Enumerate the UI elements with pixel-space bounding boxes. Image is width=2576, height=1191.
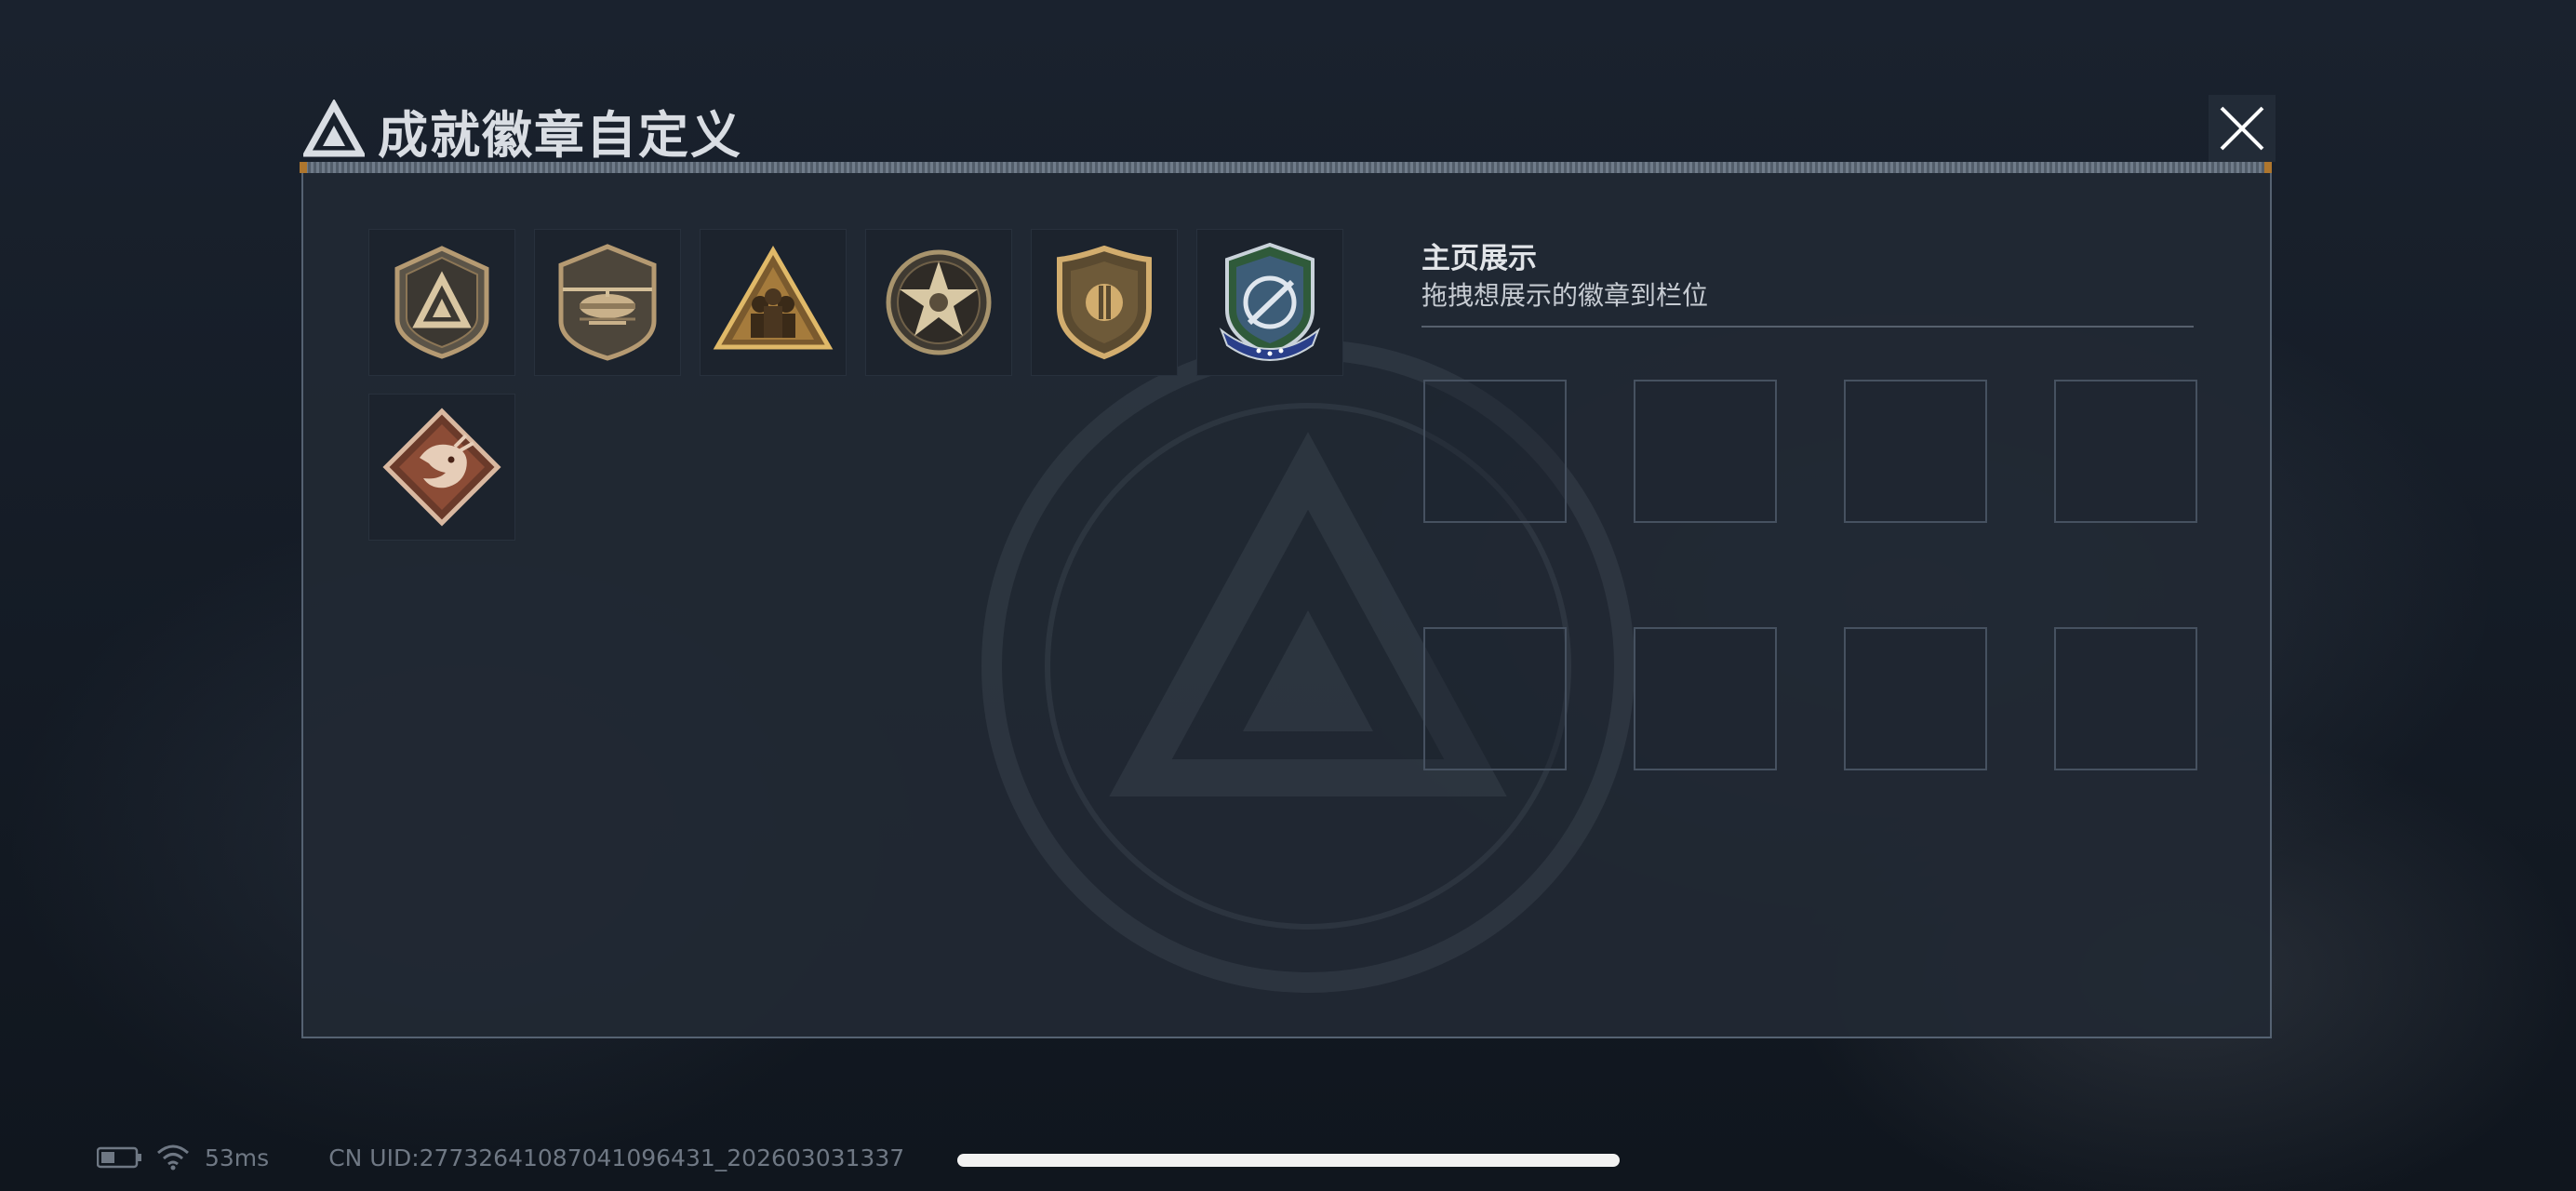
showcase-instruction: 拖拽想展示的徽章到栏位 <box>1421 280 1709 311</box>
showcase-slot-1[interactable] <box>1423 380 1567 523</box>
badge-slot-gold-shield[interactable] <box>1031 229 1178 376</box>
delta-logo-icon <box>303 100 365 157</box>
badge-slot-helicopter[interactable] <box>534 229 681 376</box>
game-screen: 成就徽章自定义 主页展示 拖拽想展示的徽章到栏位 53ms CN UID:277… <box>0 0 2576 1191</box>
close-icon <box>2220 106 2264 151</box>
status-bar: 53ms CN UID:27732641087041096431_2026030… <box>97 1141 904 1174</box>
battery-icon <box>97 1146 141 1169</box>
showcase-slot-7[interactable] <box>1844 627 1987 770</box>
gold-shield-badge-icon <box>1057 245 1152 360</box>
wifi-icon <box>157 1144 189 1171</box>
showcase-slot-grid <box>1423 380 2197 770</box>
helicopter-badge-icon <box>558 244 657 361</box>
owned-badges-grid <box>368 229 1364 541</box>
showcase-slot-8[interactable] <box>2054 627 2197 770</box>
badge-slot-squad-triangle[interactable] <box>700 229 847 376</box>
showcase-slot-6[interactable] <box>1634 627 1777 770</box>
showcase-slot-2[interactable] <box>1634 380 1777 523</box>
badge-slot-green-winged-crest[interactable] <box>1196 229 1343 376</box>
badge-customize-panel: 主页展示 拖拽想展示的徽章到栏位 <box>301 173 2272 1038</box>
badge-slot-delta-shield[interactable] <box>368 229 515 376</box>
delta-shield-badge-icon <box>394 246 489 359</box>
showcase-slot-3[interactable] <box>1844 380 1987 523</box>
showcase-title: 主页展示 <box>1421 242 1537 275</box>
green-winged-crest-badge-icon <box>1219 242 1321 361</box>
uid-text: CN UID:27732641087041096431_202603031337 <box>328 1144 905 1171</box>
showcase-slot-5[interactable] <box>1423 627 1567 770</box>
star-emblem-badge-icon <box>886 249 992 355</box>
squad-triangle-badge-icon <box>713 245 834 350</box>
page-title: 成就徽章自定义 <box>378 105 742 165</box>
header-decor-strip <box>300 162 2272 173</box>
showcase-divider <box>1421 326 2194 328</box>
dragon-diamond-badge-icon <box>382 408 501 527</box>
badge-slot-dragon-diamond[interactable] <box>368 394 515 541</box>
showcase-slot-4[interactable] <box>2054 380 2197 523</box>
page-header: 成就徽章自定义 <box>303 93 742 167</box>
close-button[interactable] <box>2209 95 2276 162</box>
home-indicator[interactable] <box>957 1154 1620 1167</box>
ping-text: 53ms <box>205 1144 270 1171</box>
badge-slot-star-emblem[interactable] <box>865 229 1012 376</box>
